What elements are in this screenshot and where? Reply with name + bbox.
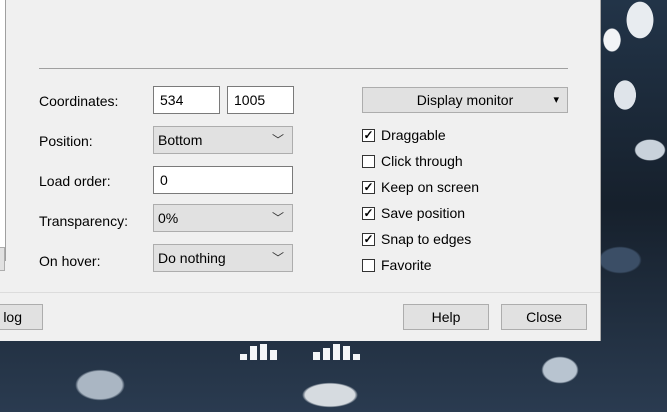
draggable-label: Draggable	[381, 127, 446, 143]
log-button[interactable]: log	[0, 304, 43, 330]
on-hover-value: Do nothing	[158, 250, 226, 266]
coord-y-field[interactable]: 1005	[227, 86, 294, 114]
skin-settings-dialog: Coordinates: 534 1005 Position: Bottom ﹀…	[0, 0, 601, 341]
checkbox-icon[interactable]	[362, 154, 375, 168]
coordinates-label: Coordinates:	[39, 93, 119, 109]
dropdown-arrow-icon: ▾	[553, 94, 559, 106]
position-label: Position:	[39, 133, 93, 149]
favorite-checkbox[interactable]: Favorite	[362, 256, 432, 274]
taskbar-visualizer	[240, 344, 360, 360]
chevron-down-icon: ﹀	[271, 211, 284, 225]
keep-on-screen-checkbox[interactable]: Keep on screen	[362, 178, 479, 196]
snap-to-edges-label: Snap to edges	[381, 231, 472, 247]
load-order-label: Load order:	[39, 173, 111, 189]
display-monitor-label: Display monitor	[416, 92, 514, 108]
draggable-checkbox[interactable]: Draggable	[362, 126, 446, 144]
click-through-checkbox[interactable]: Click through	[362, 152, 463, 170]
checkbox-icon[interactable]	[362, 258, 375, 272]
favorite-label: Favorite	[381, 257, 432, 273]
partial-button[interactable]	[0, 247, 5, 271]
preview-area	[0, 0, 6, 261]
dialog-footer: log Help Close	[0, 292, 600, 341]
transparency-label: Transparency:	[39, 213, 128, 229]
chevron-down-icon: ﹀	[271, 251, 284, 265]
transparency-value: 0%	[158, 210, 179, 226]
checkmark-icon[interactable]	[362, 180, 375, 194]
keep-on-screen-label: Keep on screen	[381, 179, 480, 195]
position-value: Bottom	[158, 132, 203, 148]
separator	[39, 68, 568, 69]
save-position-checkbox[interactable]: Save position	[362, 204, 465, 222]
on-hover-label: On hover:	[39, 253, 101, 269]
close-button[interactable]: Close	[501, 304, 587, 330]
load-order-field[interactable]: 0	[153, 166, 293, 194]
coord-x-field[interactable]: 534	[153, 86, 220, 114]
checkmark-icon[interactable]	[362, 232, 375, 246]
chevron-down-icon: ﹀	[271, 133, 284, 147]
save-position-label: Save position	[381, 205, 466, 221]
click-through-label: Click through	[381, 153, 463, 169]
snap-to-edges-checkbox[interactable]: Snap to edges	[362, 230, 471, 248]
display-monitor-button[interactable]: Display monitor ▾	[362, 87, 568, 113]
on-hover-select[interactable]: Do nothing ﹀	[153, 244, 293, 272]
checkmark-icon[interactable]	[362, 206, 375, 220]
help-button[interactable]: Help	[403, 304, 489, 330]
checkmark-icon[interactable]	[362, 128, 375, 142]
position-select[interactable]: Bottom ﹀	[153, 126, 293, 154]
transparency-select[interactable]: 0% ﹀	[153, 204, 293, 232]
